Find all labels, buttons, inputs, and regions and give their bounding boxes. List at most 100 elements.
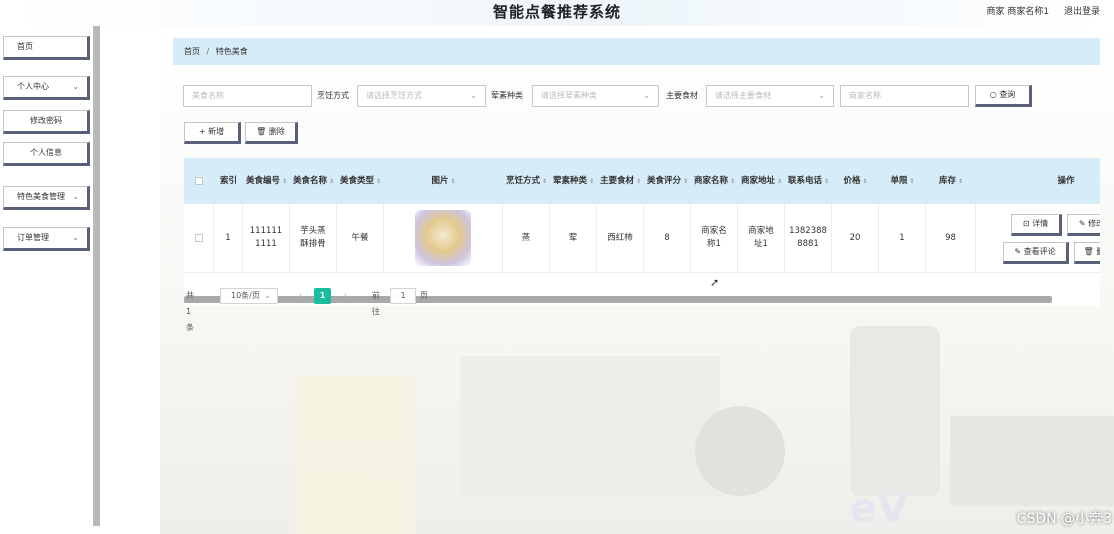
chevron-down-icon: ⌄ [470,91,477,100]
column-header-label: 荤素种类 [552,175,587,186]
page-unit-label: 页 [420,291,428,300]
page-size-select[interactable]: 10条/页 ⌄ [220,288,278,304]
goto-page-input[interactable]: 1 [390,288,416,304]
cell-type: 午餐 [337,204,384,272]
column-header-rating[interactable]: 美食评分 ⇕ [644,158,691,204]
detail-button[interactable]: ⊡ 详情 [1011,214,1062,236]
sort-icon[interactable]: ⇕ [282,175,287,188]
query-button[interactable]: ○ 查询 [975,85,1032,107]
sidebar-item-home[interactable]: 首页 [3,36,90,60]
header-user-area: 商家 商家名称1 退出登录 [975,4,1100,17]
sort-icon[interactable]: ⇕ [683,175,688,188]
trash-icon: 🗑 [1083,247,1094,256]
logout-link[interactable]: 退出登录 [1064,7,1100,17]
cell-stock: 98 [926,204,976,272]
main-content: 首页 / 特色美食 美食名称 烹饪方式 请选择烹饪方式 ⌄ 荤素种类 请选择荤素… [160,26,1114,534]
sort-icon[interactable]: ⇕ [636,175,641,188]
next-page-button[interactable]: › [337,288,354,304]
column-header-label: 单限 [890,175,908,186]
sidebar-item-label: 订单管理 [17,233,49,242]
row-delete-button-label: 删除 [1096,247,1100,256]
add-button[interactable]: + 新增 [184,122,241,144]
cell-limit: 1 [879,204,926,272]
column-header-index[interactable]: 索引 [214,158,243,204]
page-number-active[interactable]: 1 [314,288,331,304]
column-header-stock[interactable]: 库存 ⇕ [926,158,976,204]
column-header-label: 商家地址 [740,175,775,186]
column-header-image[interactable]: 图片 ⇕ [384,158,503,204]
sort-icon[interactable]: ⇕ [824,175,829,188]
mouse-cursor-icon: ➚ [710,276,720,289]
column-header-ingredient[interactable]: 主要食材 ⇕ [597,158,644,204]
edit-icon: ✎ [1014,247,1022,256]
table-row[interactable]: 1 1111111111 芋头蒸酥排骨 午餐 蒸 荤 西红柿 8 商家名称1 商… [184,204,1100,273]
column-header-merchant-address[interactable]: 商家地址 ⇕ [738,158,785,204]
breadcrumb-home[interactable]: 首页 [184,47,200,56]
view-reviews-button[interactable]: ✎ 查看评论 [1003,242,1069,264]
cell-rating: 8 [644,204,691,272]
background-decoration [950,416,1114,506]
ingredient-select[interactable]: 请选择主要食材 ⌄ [706,85,834,107]
sidebar-item-change-password[interactable]: 修改密码 [3,110,90,134]
chevron-down-icon: ⌄ [643,91,650,100]
delete-button[interactable]: 🗑 删除 [245,122,298,144]
sort-icon[interactable]: ⇕ [329,175,334,188]
row-checkbox[interactable] [194,234,203,242]
app-title: 智能点餐推荐系统 [492,3,621,21]
sort-icon[interactable]: ⇕ [909,175,914,188]
edit-button-label: 修改 [1088,219,1100,228]
cell-price: 20 [832,204,879,272]
sidebar-item-personal-info[interactable]: 个人信息 [3,142,90,166]
meat-type-label: 荤素种类 [491,91,523,100]
goto-label: 前往 [372,291,380,316]
column-header-merchant-name[interactable]: 商家名称 ⇕ [691,158,738,204]
column-header-limit[interactable]: 单限 ⇕ [879,158,926,204]
column-header-label: 商家名称 [693,175,728,186]
ev-logo: eV [850,486,909,532]
view-reviews-button-label: 查看评论 [1023,247,1056,256]
chevron-down-icon: ⌄ [72,82,79,91]
select-all-checkbox[interactable] [195,177,203,185]
column-header-ops: 操作 [976,158,1100,204]
sidebar-item-label: 修改密码 [30,116,62,125]
sidebar-item-personal-center[interactable]: 个人中心 ⌄ [3,76,90,100]
row-delete-button[interactable]: 🗑 删除 [1074,242,1100,264]
row-select-cell[interactable] [184,204,214,272]
sidebar-item-food-management[interactable]: 特色美食管理 ⌄ [3,186,90,210]
column-header-phone[interactable]: 联系电话 ⇕ [785,158,832,204]
food-name-input[interactable]: 美食名称 [183,85,312,107]
merchant-name-input[interactable]: 商家名称 [840,85,969,107]
pagination-total: 共 1 条 [186,291,194,332]
cell-meat: 荤 [550,204,597,272]
meat-type-select[interactable]: 请选择荤素种类 ⌄ [532,85,659,107]
user-info: 商家 商家名称1 [986,7,1050,17]
cooking-method-select[interactable]: 请选择烹饪方式 ⌄ [357,85,486,107]
select-all-cell[interactable] [184,158,214,204]
sort-icon[interactable]: ⇕ [589,175,594,188]
column-header-type[interactable]: 美食类型 ⇕ [337,158,384,204]
breadcrumb-separator: / [206,47,210,56]
sort-icon[interactable]: ⇕ [450,175,455,188]
sort-icon[interactable]: ⇕ [777,175,782,188]
cooking-method-label: 烹饪方式 [317,91,349,100]
column-header-price[interactable]: 价格 ⇕ [832,158,879,204]
select-placeholder: 请选择荤素种类 [541,91,597,100]
edit-icon: ✎ [1078,219,1086,228]
sort-icon[interactable]: ⇕ [862,175,867,188]
ingredient-label: 主要食材 [666,91,698,100]
sort-icon[interactable]: ⇕ [376,175,381,188]
cell-ops: ⊡ 详情 ✎ 修改 ✎ 查看评论 🗑 删除 [976,204,1100,272]
sidebar-item-order-management[interactable]: 订单管理 ⌄ [3,227,90,251]
sort-icon[interactable]: ⇕ [542,175,547,188]
column-header-meat[interactable]: 荤素种类 ⇕ [550,158,597,204]
column-header-cooking[interactable]: 烹饪方式 ⇕ [503,158,550,204]
column-header-name[interactable]: 美食名称 ⇕ [290,158,337,204]
sort-icon[interactable]: ⇕ [958,175,963,188]
sidebar-scrollbar[interactable] [93,26,100,526]
prev-page-button[interactable]: ‹ [292,288,309,304]
column-header-code[interactable]: 美食编号 ⇕ [243,158,290,204]
edit-button[interactable]: ✎ 修改 [1067,214,1100,236]
plus-icon: + [198,127,206,136]
sort-icon[interactable]: ⇕ [730,175,735,188]
cell-merchant-name: 商家名称1 [691,204,738,272]
